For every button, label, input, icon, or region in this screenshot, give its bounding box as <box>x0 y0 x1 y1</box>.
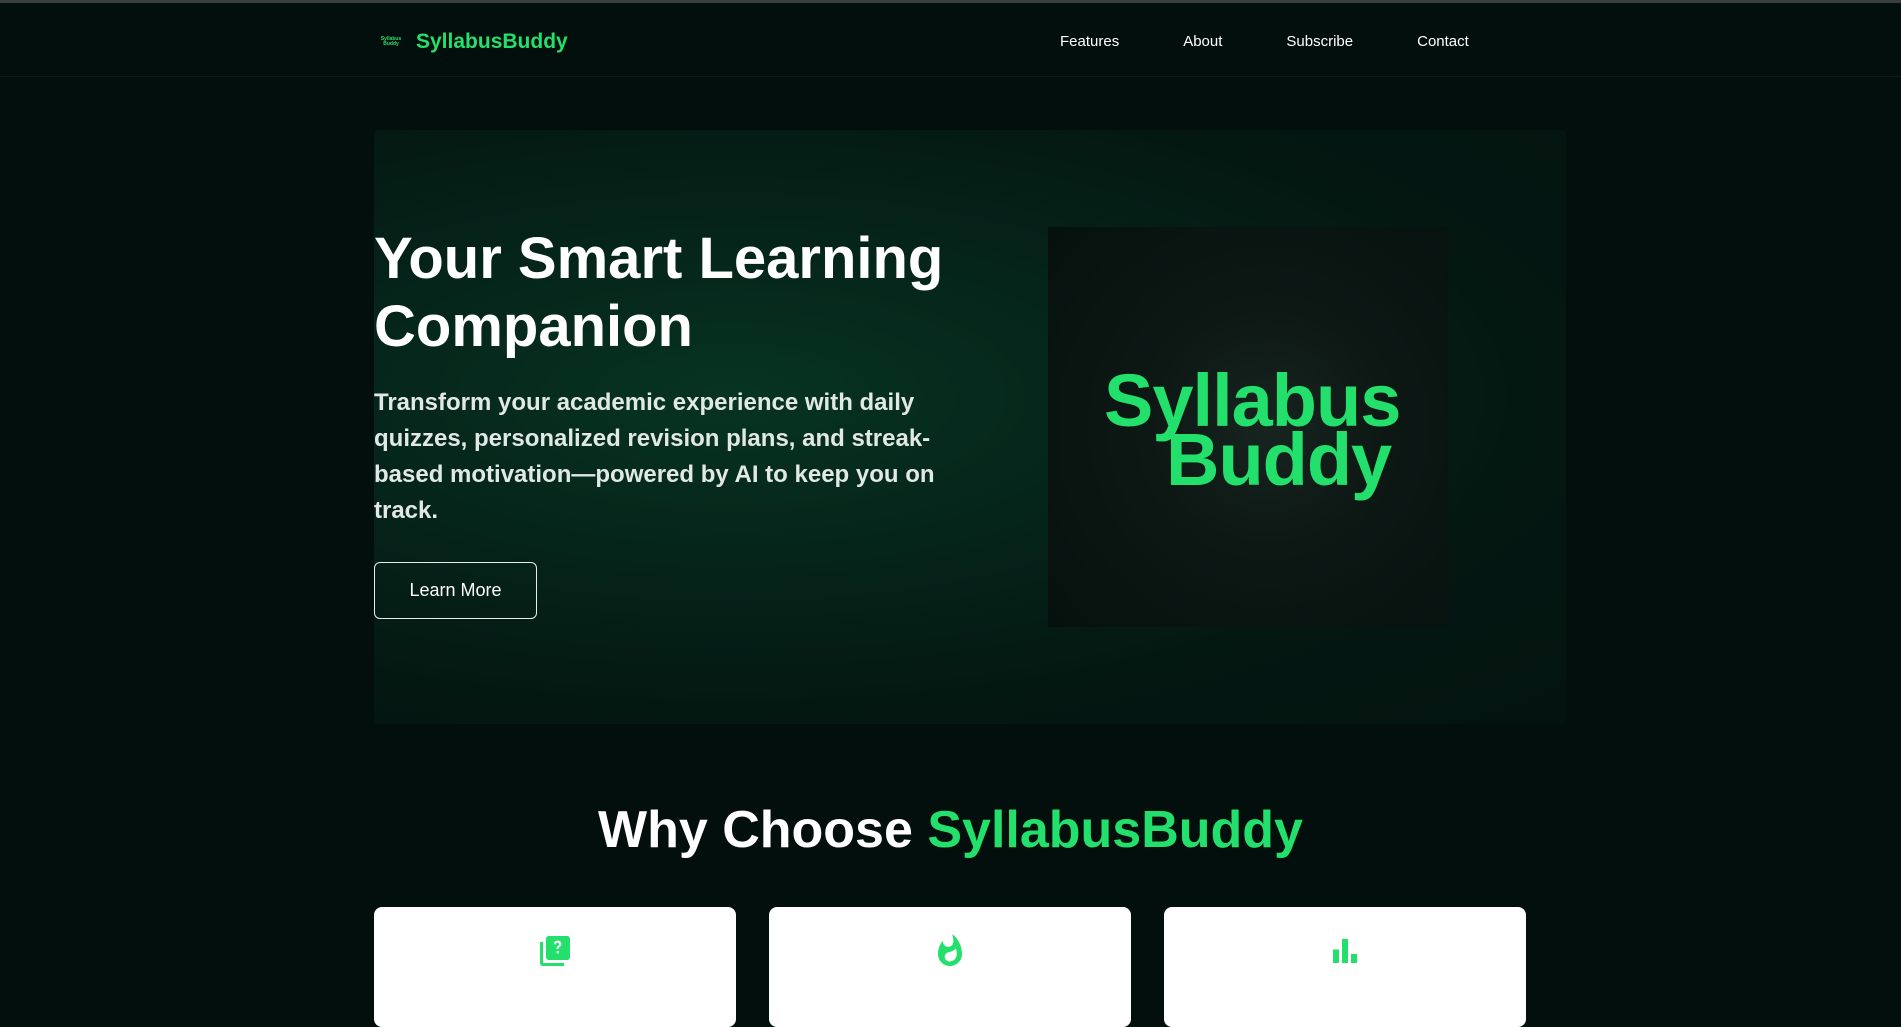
hero-logo-line2: Buddy <box>1166 418 1392 501</box>
brand[interactable]: Syllabus Buddy SyllabusBuddy <box>378 27 568 57</box>
why-choose-heading: Why Choose SyllabusBuddy <box>0 798 1901 862</box>
hero-title: Your Smart Learning Companion <box>374 226 944 359</box>
nav-link-features[interactable]: Features <box>1060 30 1119 54</box>
nav-links: Features About Subscribe Contact <box>1060 30 1469 54</box>
feature-card-quiz <box>374 907 736 1027</box>
fire-icon <box>938 934 962 966</box>
brand-name[interactable]: SyllabusBuddy <box>416 30 568 54</box>
brand-logo-line2: Buddy <box>383 41 399 47</box>
learn-more-button[interactable]: Learn More <box>374 562 537 619</box>
why-choose-accent: SyllabusBuddy <box>927 801 1303 859</box>
bar-chart-icon <box>1333 939 1357 963</box>
brand-logo: Syllabus Buddy <box>378 33 404 51</box>
hero-section: Your Smart Learning Companion Transform … <box>374 130 1566 724</box>
feature-card-streak <box>769 907 1131 1027</box>
feature-card-progress <box>1164 907 1526 1027</box>
nav-link-contact[interactable]: Contact <box>1417 30 1469 54</box>
navbar: Syllabus Buddy SyllabusBuddy Features Ab… <box>0 3 1901 77</box>
nav-link-about[interactable]: About <box>1183 30 1222 54</box>
why-choose-prefix: Why Choose <box>598 801 928 859</box>
hero-subtitle: Transform your academic experience with … <box>374 389 935 524</box>
hero-logo-image: Syllabus Buddy <box>1048 227 1448 627</box>
nav-link-subscribe[interactable]: Subscribe <box>1286 30 1353 54</box>
quiz-icon <box>540 936 570 966</box>
